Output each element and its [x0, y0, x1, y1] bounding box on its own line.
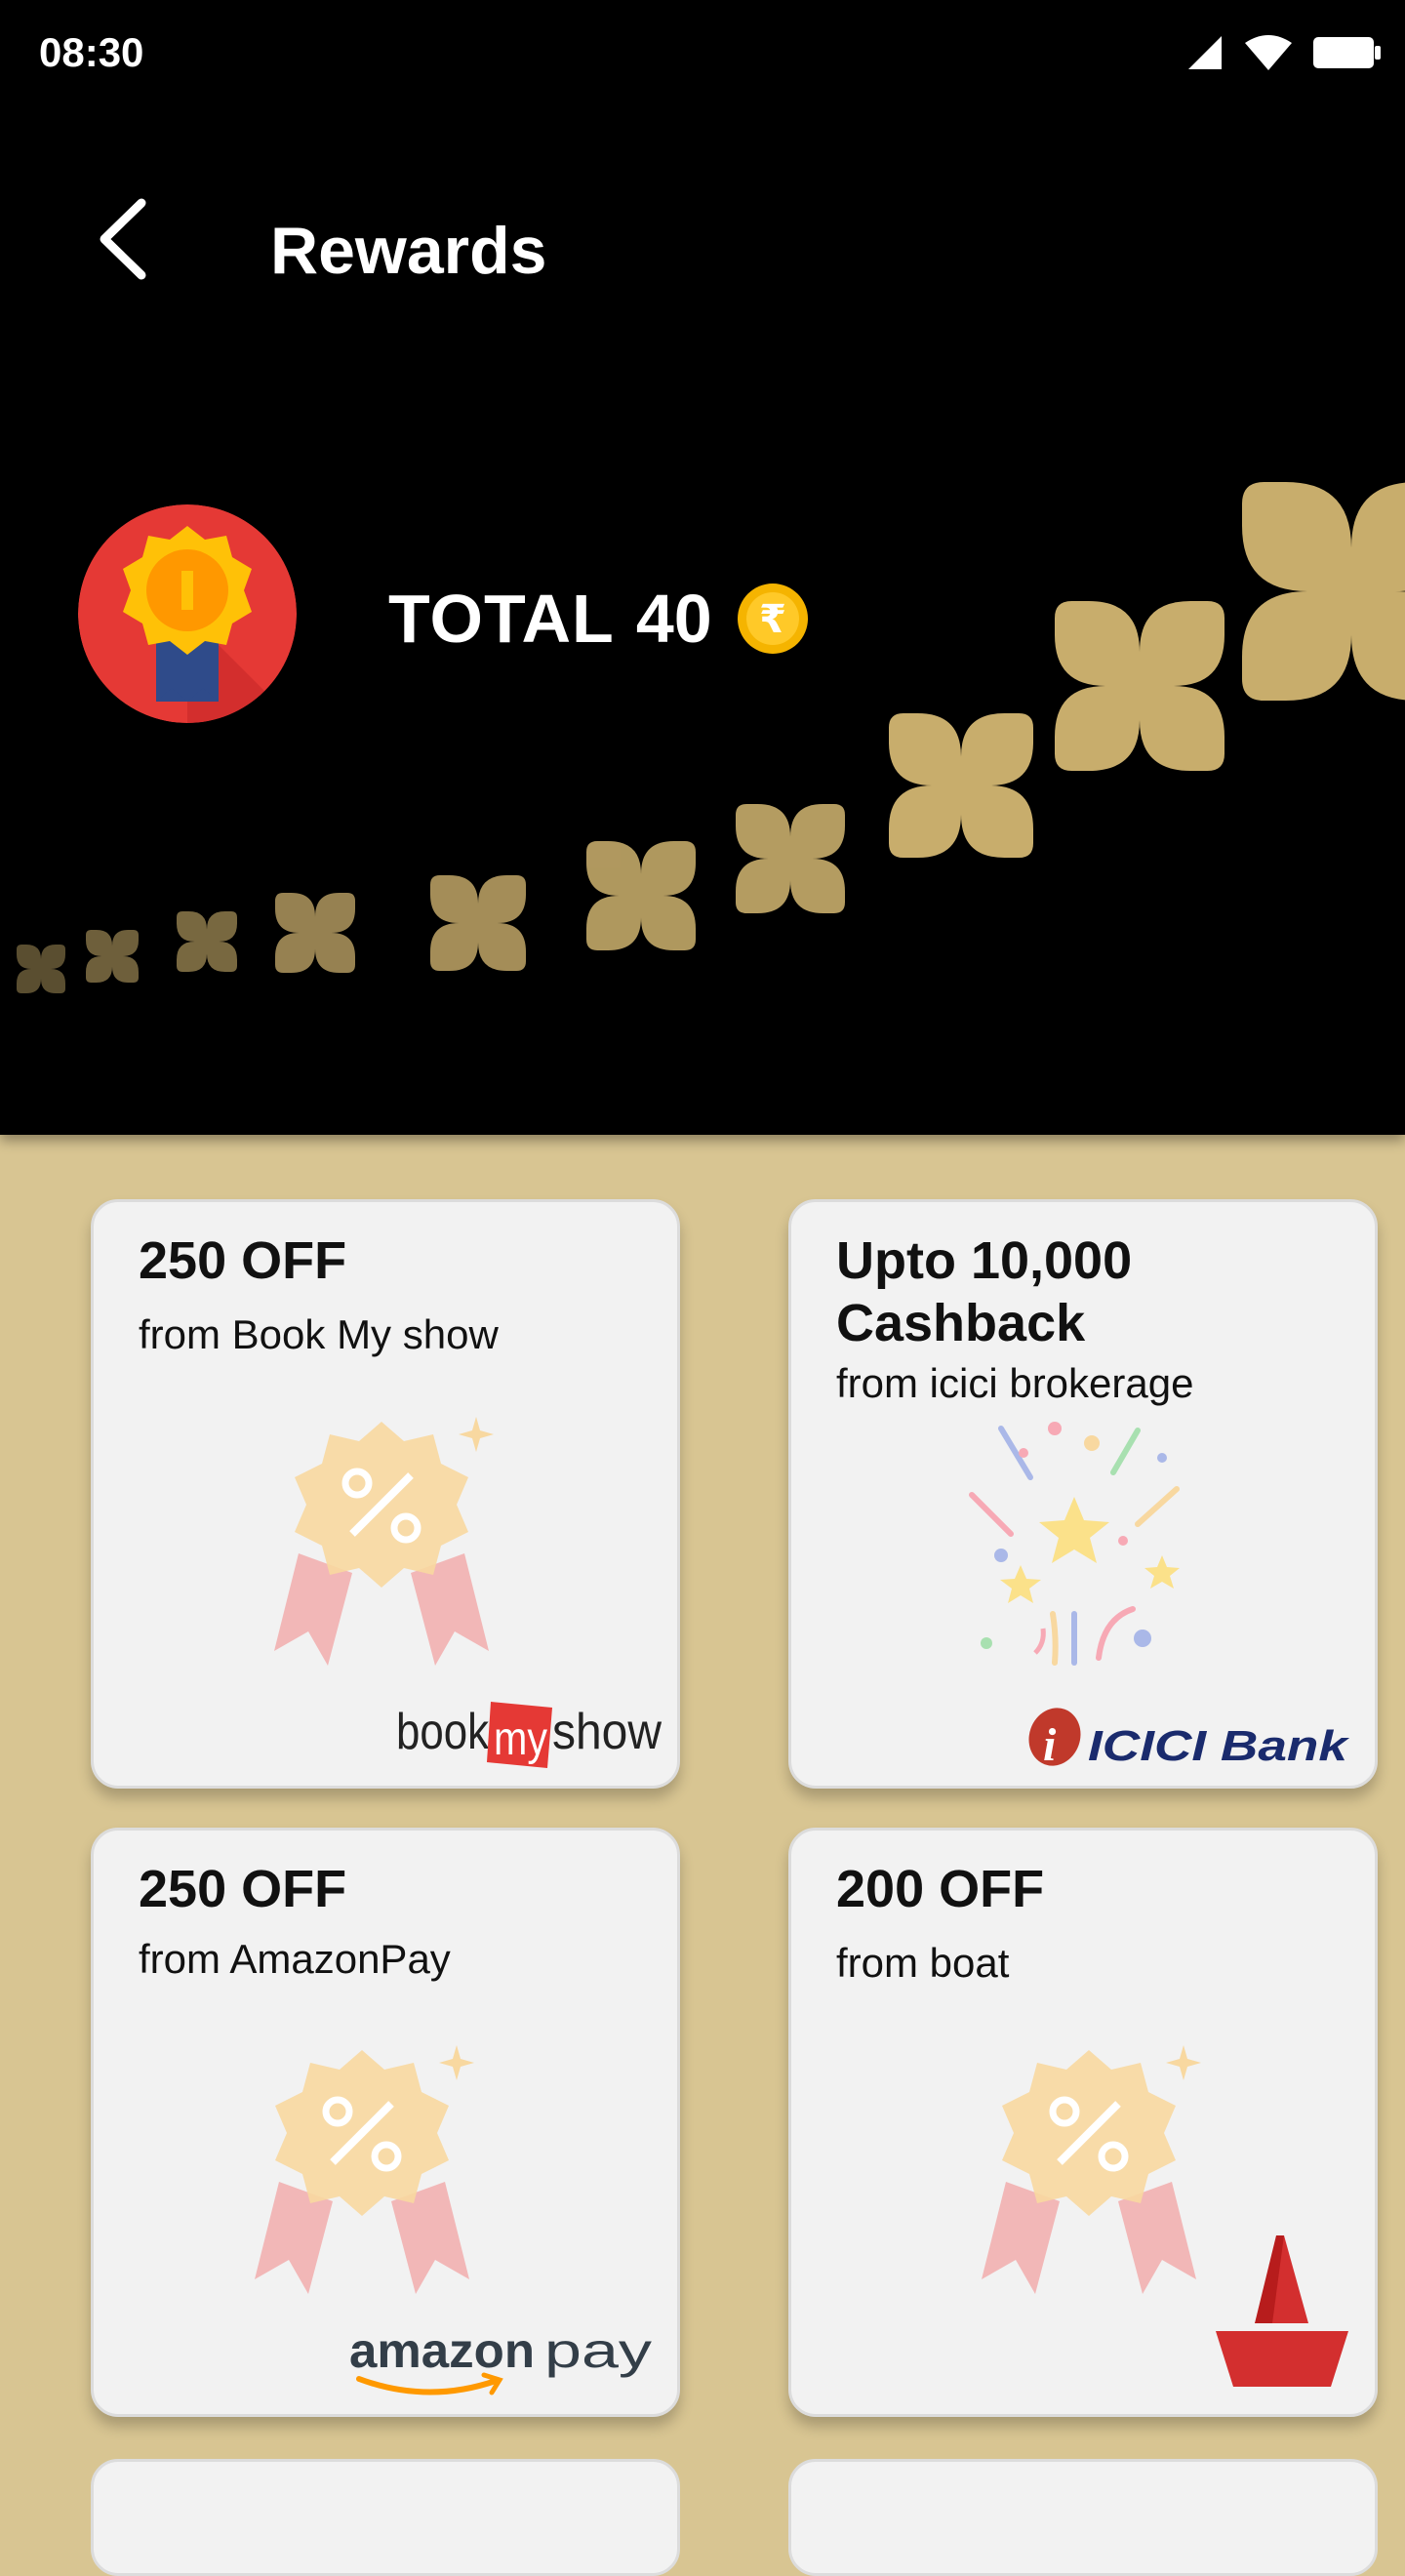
- battery-icon: [1313, 37, 1381, 68]
- reward-title: 250 OFF: [139, 1860, 347, 1918]
- boat-logo: [1216, 2235, 1348, 2387]
- svg-text:i: i: [1043, 1719, 1057, 1771]
- wifi-icon: [1245, 35, 1292, 70]
- signal-icon: [1188, 36, 1222, 69]
- bookmyshow-logo: book my show: [396, 1702, 662, 1768]
- medal-icon: [78, 504, 297, 723]
- svg-text:my: my: [494, 1713, 547, 1765]
- reward-title: Upto 10,000 Cashback: [836, 1231, 1133, 1352]
- status-bar: 08:30: [0, 0, 1405, 109]
- svg-text:ICICI Bank: ICICI Bank: [1088, 1722, 1350, 1770]
- discount-badge-icon: [982, 2045, 1201, 2294]
- back-arrow-icon: [100, 198, 146, 280]
- amazon-pay-logo: amazon pay: [349, 2323, 652, 2395]
- status-time: 08:30: [39, 29, 144, 75]
- reward-title: 200 OFF: [836, 1860, 1045, 1918]
- reward-card-bookmyshow[interactable]: 250 OFF from Book My show book my show: [91, 1199, 680, 1789]
- reward-subtitle: from Book My show: [139, 1311, 499, 1357]
- svg-text:pay: pay: [544, 2323, 652, 2378]
- reward-card-partial[interactable]: [91, 2459, 680, 2576]
- discount-badge-icon: [274, 1417, 494, 1666]
- reward-subtitle: from icici brokerage: [836, 1360, 1194, 1406]
- rewards-header: 08:30 Rewards TOTAL 40 ₹: [0, 0, 1405, 1135]
- svg-text:₹: ₹: [759, 597, 786, 642]
- reward-card-amazonpay[interactable]: 250 OFF from AmazonPay amazon pay: [91, 1828, 680, 2417]
- reward-subtitle: from AmazonPay: [139, 1936, 451, 1982]
- total-label: TOTAL: [388, 581, 615, 657]
- reward-card-icici[interactable]: Upto 10,000 Cashback from icici brokerag…: [788, 1199, 1378, 1789]
- reward-card-boat[interactable]: 200 OFF from boat: [788, 1828, 1378, 2417]
- reward-title: 250 OFF: [139, 1231, 347, 1290]
- page-title: Rewards: [270, 214, 547, 288]
- status-icons: [1188, 35, 1382, 70]
- back-button[interactable]: [78, 185, 166, 293]
- svg-text:book: book: [396, 1704, 490, 1760]
- icici-bank-logo: i ICICI Bank: [1028, 1708, 1350, 1771]
- reward-subtitle: from boat: [836, 1940, 1010, 1986]
- reward-card-partial[interactable]: [788, 2459, 1378, 2576]
- rupee-coin-icon: ₹: [737, 584, 808, 654]
- total-points: TOTAL 40 ₹: [388, 580, 808, 658]
- app-bar: Rewards: [0, 137, 1405, 371]
- discount-badge-icon: [255, 2045, 474, 2294]
- confetti-icon: [969, 1422, 1180, 1666]
- svg-text:show: show: [552, 1704, 662, 1760]
- total-value: 40: [635, 581, 712, 657]
- svg-text:amazon: amazon: [349, 2323, 535, 2378]
